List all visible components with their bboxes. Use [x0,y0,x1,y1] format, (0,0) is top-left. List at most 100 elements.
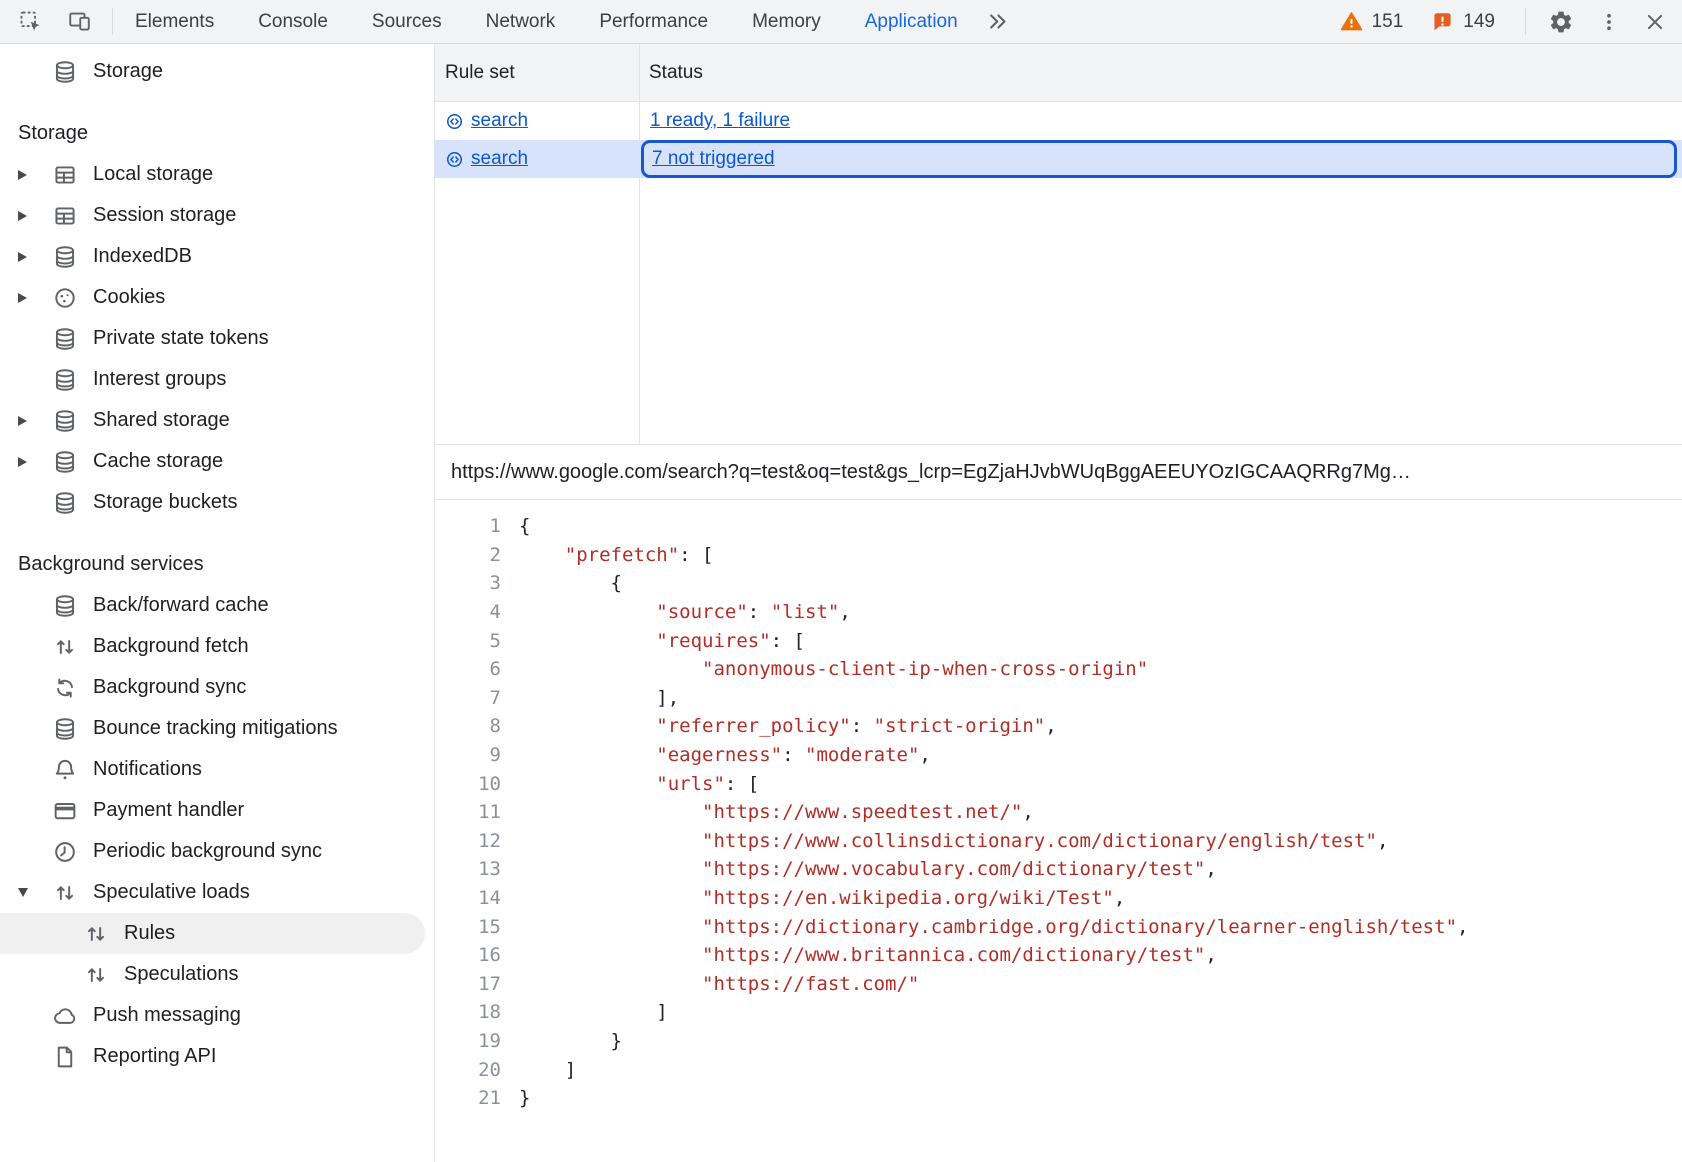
sidebar-item[interactable]: Speculations [0,954,434,995]
code-text: } [501,1087,530,1109]
code-line: 18 ] [435,998,1682,1027]
panel-tab[interactable]: Application [843,0,980,43]
line-number[interactable]: 11 [435,801,501,823]
panel-tab[interactable]: Elements [113,0,236,43]
sidebar-item-label: Payment handler [93,799,244,822]
code-text: "source": "list", [501,601,851,623]
sidebar-item[interactable]: Periodic background sync [0,831,434,872]
line-number[interactable]: 13 [435,858,501,880]
device-toolbar-icon[interactable] [67,9,92,34]
rule-set-link[interactable]: search [471,148,528,170]
code-line: 17 "https://fast.com/" [435,970,1682,999]
issues-badge[interactable]: 149 [1431,10,1495,33]
sidebar-item[interactable]: IndexedDB [0,236,434,277]
line-number[interactable]: 10 [435,773,501,795]
sidebar-section-items: Storage [0,51,434,92]
code-text: { [501,515,530,537]
close-icon[interactable] [1644,11,1666,33]
table-row[interactable]: search 7 not triggered [435,140,1682,178]
status-link[interactable]: 7 not triggered [652,148,775,170]
sidebar-item[interactable]: Rules [0,913,425,954]
sidebar-item-icon [52,798,78,824]
sidebar-item-icon [52,1003,78,1029]
status-link[interactable]: 1 ready, 1 failure [650,110,790,132]
expander-icon[interactable] [18,170,52,180]
panel-tab[interactable]: Console [236,0,350,43]
sidebar-item[interactable]: Session storage [0,195,434,236]
panel-tab[interactable]: Memory [730,0,843,43]
sidebar-item-label: Speculations [124,963,239,986]
table-body: search 1 ready, 1 failure search 7 [435,102,1682,178]
code-text: "https://www.vocabulary.com/dictionary/t… [501,858,1217,880]
line-number[interactable]: 5 [435,630,501,652]
line-number[interactable]: 3 [435,572,501,594]
sidebar-section: Storage Local storage [0,113,434,523]
menu-dots-icon[interactable] [1598,11,1620,33]
expander-icon[interactable] [18,252,52,262]
code-line: 11 "https://www.speedtest.net/", [435,798,1682,827]
sidebar-item-icon [52,1044,78,1070]
expander-icon[interactable] [18,457,52,467]
expander-icon[interactable] [18,888,52,897]
more-tabs-icon[interactable] [986,10,1009,33]
inspect-element-icon[interactable] [18,9,43,34]
settings-gear-icon[interactable] [1548,9,1574,35]
sidebar-item-icon [52,880,78,906]
sidebar-item[interactable]: Cache storage [0,441,434,482]
sidebar-item[interactable]: Cookies [0,277,434,318]
sidebar-item[interactable]: Background sync [0,667,434,708]
line-number[interactable]: 21 [435,1087,501,1109]
sidebar-item[interactable]: Background fetch [0,626,434,667]
sidebar-item[interactable]: Interest groups [0,359,434,400]
line-number[interactable]: 8 [435,715,501,737]
expander-icon[interactable] [18,416,52,426]
speculative-loads-panel: Rule set Status search 1 ready, 1 failur… [435,44,1682,1162]
rule-set-link[interactable]: search [471,110,528,132]
sidebar-item[interactable]: Bounce tracking mitigations [0,708,434,749]
panel-tab[interactable]: Network [464,0,578,43]
toolbar-trail-icons [1526,9,1682,35]
line-number[interactable]: 17 [435,973,501,995]
line-number[interactable]: 12 [435,830,501,852]
line-number[interactable]: 9 [435,744,501,766]
table-row[interactable]: search 1 ready, 1 failure [435,102,1682,140]
line-number[interactable]: 14 [435,887,501,909]
sidebar-item[interactable]: Speculative loads [0,872,434,913]
sidebar-item-label: Back/forward cache [93,594,269,617]
sidebar-item-icon [83,921,109,947]
sidebar-item-label: Cookies [93,286,165,309]
line-number[interactable]: 7 [435,687,501,709]
code-line: 4 "source": "list", [435,598,1682,627]
warnings-badge[interactable]: 151 [1340,10,1404,33]
application-sidebar: Storage Storage Local storage [0,44,435,1162]
rule-set-icon [445,112,464,131]
code-line: 7 ], [435,684,1682,713]
toolbar-badges: 151 149 [1340,10,1495,33]
sidebar-item[interactable]: Local storage [0,154,434,195]
sidebar-item[interactable]: Private state tokens [0,318,434,359]
line-number[interactable]: 20 [435,1059,501,1081]
line-number[interactable]: 16 [435,944,501,966]
line-number[interactable]: 19 [435,1030,501,1052]
sidebar-item[interactable]: Storage [0,51,434,92]
line-number[interactable]: 1 [435,515,501,537]
line-number[interactable]: 18 [435,1001,501,1023]
sidebar-item[interactable]: Payment handler [0,790,434,831]
line-number[interactable]: 6 [435,658,501,680]
sidebar-item-icon [52,408,78,434]
code-line: 2 "prefetch": [ [435,541,1682,570]
line-number[interactable]: 15 [435,916,501,938]
expander-icon[interactable] [18,211,52,221]
line-number[interactable]: 2 [435,544,501,566]
panel-tab[interactable]: Sources [350,0,464,43]
sidebar-section: Background services Back/forward cache [0,544,434,1077]
sidebar-item[interactable]: Push messaging [0,995,434,1036]
line-number[interactable]: 4 [435,601,501,623]
sidebar-item[interactable]: Storage buckets [0,482,434,523]
sidebar-item[interactable]: Shared storage [0,400,434,441]
sidebar-item[interactable]: Notifications [0,749,434,790]
panel-tab[interactable]: Performance [577,0,730,43]
expander-icon[interactable] [18,293,52,303]
sidebar-item[interactable]: Back/forward cache [0,585,434,626]
sidebar-item[interactable]: Reporting API [0,1036,434,1077]
